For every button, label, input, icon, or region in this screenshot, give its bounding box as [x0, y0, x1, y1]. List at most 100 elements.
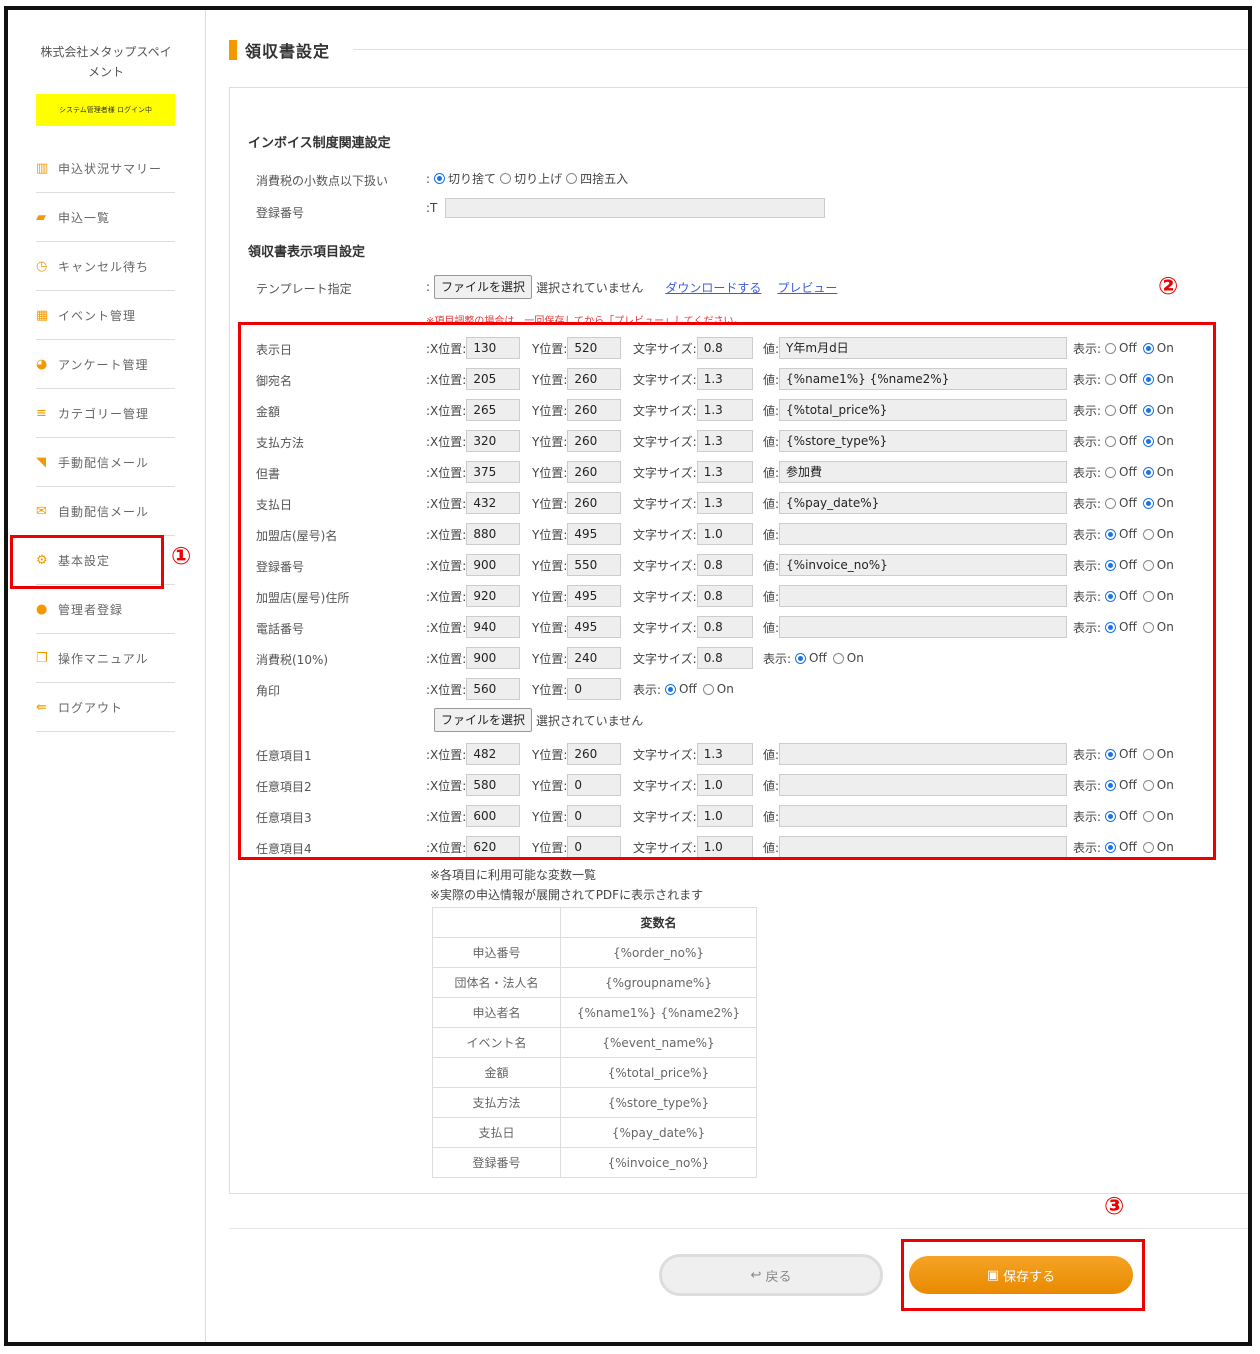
users-icon: ● — [36, 601, 49, 617]
book-icon: ▰ — [36, 209, 47, 225]
table-row: 金額 {%total_price%} — [432, 1057, 757, 1088]
tax-ceil-label: 切り上げ — [514, 172, 563, 186]
back-button[interactable]: ↩ 戻る — [659, 1254, 883, 1296]
app-frame: 株式会社メタップスペイメント システム管理者様 ログイン中 ▥ 申込状況サマリー ▰… — [4, 6, 1252, 1346]
title-accent-bar — [229, 40, 237, 60]
table-row: 支払方法 {%store_type%} — [432, 1087, 757, 1118]
variables-header: 変数名 — [560, 907, 757, 938]
sidebar-item-label: ログアウト — [58, 700, 124, 715]
highlight-field-settings — [238, 322, 1216, 860]
sidebar-item-label: 自動配信メール — [58, 504, 150, 519]
template-label: テンプレート指定 — [256, 282, 352, 296]
variable-item: 申込番号 — [432, 937, 561, 968]
variable-item: 団体名・法人名 — [432, 967, 561, 998]
table-row: 申込者名 {%name1%} {%name2%} — [432, 997, 757, 1028]
variable-name: {%name1%} {%name2%} — [560, 997, 757, 1028]
highlight-save-button — [901, 1239, 1145, 1311]
preview-link[interactable]: プレビュー — [777, 279, 837, 296]
sidebar-item-label: 手動配信メール — [58, 455, 150, 470]
page-title: 領収書設定 — [229, 38, 330, 62]
variable-item: 支払日 — [432, 1117, 561, 1148]
tax-ceil-radio[interactable] — [500, 173, 512, 184]
list-icon: ≡ — [36, 405, 48, 421]
receipt-section-heading: 領収書表示項目設定 — [248, 245, 366, 260]
marker-1: ① — [171, 542, 192, 570]
sidebar-item-10[interactable]: ❐ 操作マニュアル — [36, 634, 175, 683]
tax-floor-radio[interactable] — [434, 173, 446, 184]
clock-icon: ◷ — [36, 258, 49, 274]
footer-divider — [229, 1228, 1248, 1229]
variable-name: {%order_no%} — [560, 937, 757, 968]
table-row: 支払日 {%pay_date%} — [432, 1117, 757, 1148]
table-row: イベント名 {%event_name%} — [432, 1027, 757, 1058]
marker-2: ② — [1158, 272, 1179, 300]
variable-item: 申込者名 — [432, 997, 561, 1028]
sidebar-item-5[interactable]: ≡ カテゴリー管理 — [36, 389, 175, 438]
registration-prefix: :T — [426, 201, 438, 215]
template-file-status: 選択されていません — [536, 280, 644, 295]
highlight-basic-settings — [10, 535, 164, 589]
sidebar-item-label: 申込一覧 — [58, 210, 111, 225]
variable-name: {%invoice_no%} — [560, 1147, 757, 1178]
template-file-button[interactable]: ファイルを選択 — [434, 275, 533, 299]
sidebar-nav: ▥ 申込状況サマリー ▰ 申込一覧 ◷ キャンセル待ち ▦ イベント管理 ◕ アンケート管理 ≡ カテ… — [36, 144, 175, 732]
variable-name: {%total_price%} — [560, 1057, 757, 1088]
sidebar-item-7[interactable]: ✉ 自動配信メール — [36, 487, 175, 536]
sidebar-item-1[interactable]: ▰ 申込一覧 — [36, 193, 175, 242]
variable-item: イベント名 — [432, 1027, 561, 1058]
sidebar-item-2[interactable]: ◷ キャンセル待ち — [36, 242, 175, 291]
back-button-label: 戻る — [765, 1269, 792, 1285]
pie-chart-icon: ◕ — [36, 356, 49, 372]
variable-item: 金額 — [432, 1057, 561, 1088]
sidebar-item-label: カテゴリー管理 — [58, 406, 150, 421]
sidebar-item-0[interactable]: ▥ 申込状況サマリー — [36, 144, 175, 193]
download-link[interactable]: ダウンロードする — [665, 279, 761, 296]
table-row: 団体名・法人名 {%groupname%} — [432, 967, 757, 998]
variable-item: 支払方法 — [432, 1087, 561, 1118]
rss-icon: ◥ — [36, 454, 47, 470]
company-name: 株式会社メタップスペイメント — [40, 45, 172, 79]
tax-rounding-label: 消費税の小数点以下扱い — [256, 174, 389, 188]
invoice-section-heading: インボイス制度関連設定 — [248, 136, 391, 151]
marker-3: ③ — [1104, 1192, 1125, 1220]
tax-round-radio[interactable] — [566, 173, 578, 184]
variable-item: 登録番号 — [432, 1147, 561, 1178]
variables-note-1: ※各項目に利用可能な変数一覧 — [430, 868, 597, 882]
sign-out-icon: ⇚ — [36, 699, 48, 715]
envelope-icon: ✉ — [36, 503, 48, 519]
sidebar-item-3[interactable]: ▦ イベント管理 — [36, 291, 175, 340]
sidebar-item-label: アンケート管理 — [58, 357, 149, 372]
sidebar-item-label: 管理者登録 — [58, 602, 124, 617]
bar-chart-icon: ▥ — [36, 160, 50, 176]
table-row: 登録番号 {%invoice_no%} — [432, 1147, 757, 1178]
variables-notes: ※各項目に利用可能な変数一覧 ※実際の申込情報が展開されてPDFに表示されます — [430, 865, 703, 905]
registration-number-label: 登録番号 — [256, 206, 305, 220]
sidebar-item-label: イベント管理 — [58, 308, 137, 323]
page-title-text: 領収書設定 — [245, 42, 331, 61]
back-icon: ↩ — [750, 1267, 762, 1283]
table-row: 申込番号 {%order_no%} — [432, 937, 757, 968]
variable-name: {%groupname%} — [560, 967, 757, 998]
registration-number-input[interactable] — [445, 198, 826, 218]
template-row: : ファイルを選択 選択されていません ダウンロードする プレビュー — [426, 275, 837, 299]
grid-icon: ▦ — [36, 307, 50, 323]
sidebar-item-label: 操作マニュアル — [58, 651, 149, 666]
sidebar-item-4[interactable]: ◕ アンケート管理 — [36, 340, 175, 389]
copy-icon: ❐ — [36, 650, 49, 666]
sidebar-item-11[interactable]: ⇚ ログアウト — [36, 683, 175, 732]
title-divider — [353, 49, 1248, 50]
tax-rounding-options: : 切り捨て 切り上げ 四捨五入 — [426, 171, 629, 187]
login-status-badge: システム管理者様 ログイン中 — [36, 94, 175, 126]
variables-table: 変数名 申込番号 {%order_no%} 団体名・法人名 {%groupname%}… — [432, 907, 757, 1178]
sidebar: 株式会社メタップスペイメント システム管理者様 ログイン中 ▥ 申込状況サマリー ▰… — [8, 10, 206, 1342]
tax-floor-label: 切り捨て — [448, 172, 497, 186]
sidebar-item-6[interactable]: ◥ 手動配信メール — [36, 438, 175, 487]
variables-note-2: ※実際の申込情報が展開されてPDFに表示されます — [430, 888, 704, 902]
sidebar-item-label: キャンセル待ち — [58, 259, 150, 274]
sidebar-item-label: 申込状況サマリー — [58, 161, 163, 176]
variable-name: {%store_type%} — [560, 1087, 757, 1118]
variable-name: {%event_name%} — [560, 1027, 757, 1058]
tax-round-label: 四捨五入 — [580, 172, 629, 186]
sidebar-item-9[interactable]: ● 管理者登録 — [36, 585, 175, 634]
registration-number-row: :T — [426, 198, 826, 218]
